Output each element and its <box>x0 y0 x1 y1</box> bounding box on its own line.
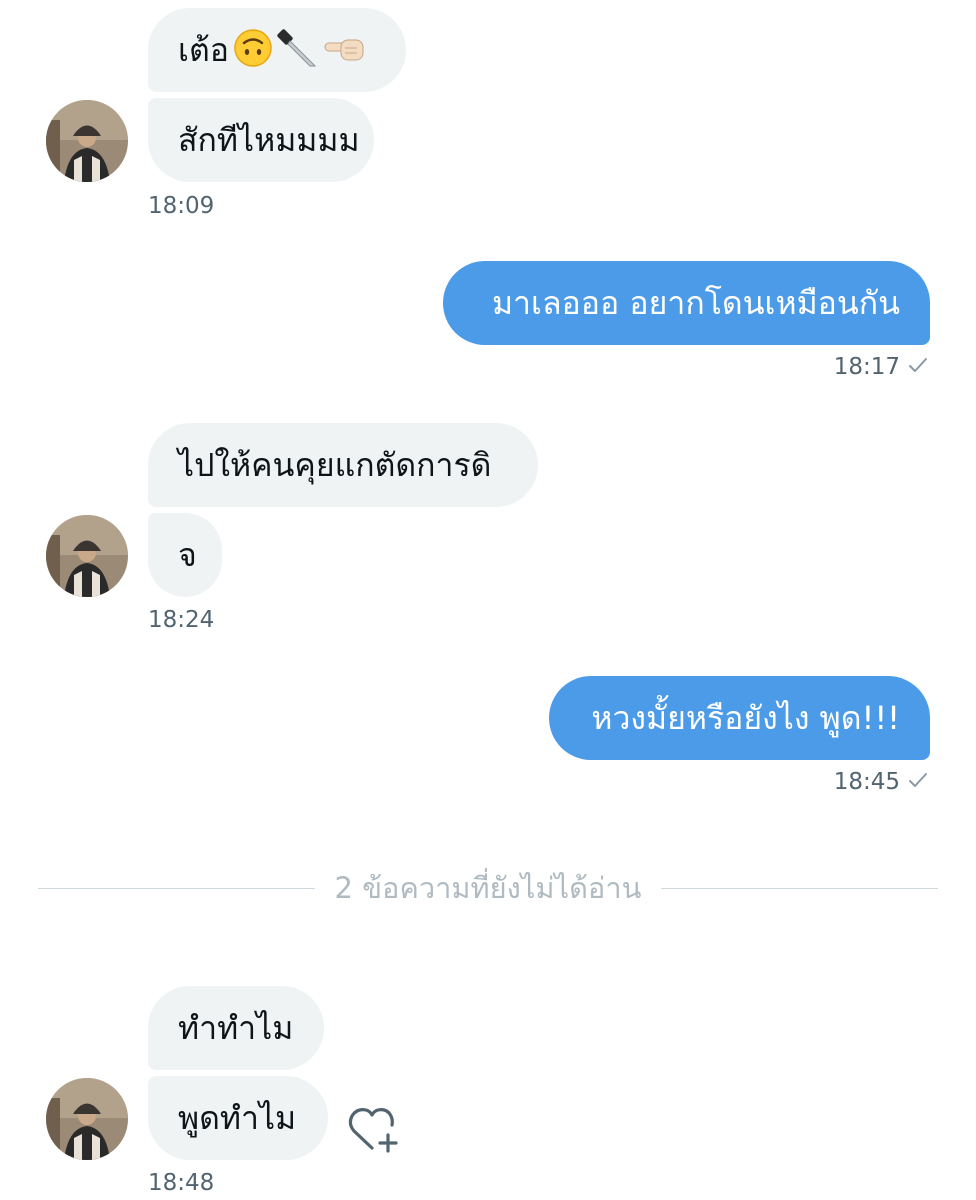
sent-message-bubble[interactable]: มาเลอออ อยากโดนเหมือนกัน <box>443 261 930 345</box>
received-message-bubble[interactable]: จ <box>148 513 222 597</box>
contact-avatar[interactable] <box>46 515 128 597</box>
message-status: 18:45 <box>834 771 928 794</box>
backhand-index-pointing-left-emoji-icon <box>323 28 367 73</box>
message-status: 18:17 <box>834 356 928 379</box>
message-text: จ <box>178 536 197 574</box>
message-text: พูดทำไม <box>178 1099 297 1137</box>
divider-line <box>38 887 315 889</box>
check-icon <box>908 356 928 379</box>
message-timestamp: 18:45 <box>833 769 900 795</box>
message-text: ทำทำไม <box>178 1009 294 1047</box>
received-message-bubble[interactable]: สักทีไหมมมม <box>148 98 374 182</box>
received-message-bubble[interactable]: ทำทำไม <box>148 986 324 1070</box>
kitchen-knife-emoji-icon <box>277 27 319 74</box>
message-timestamp: 18:24 <box>148 607 215 633</box>
received-message-bubble[interactable]: พูดทำไม <box>148 1076 328 1160</box>
received-message-bubble[interactable]: เต้อ <box>148 8 406 92</box>
message-timestamp: 18:17 <box>833 354 900 380</box>
message-timestamp: 18:48 <box>148 1170 215 1196</box>
message-text: เต้อ <box>178 31 229 69</box>
unread-count-label: 2 ข้อความที่ยังไม่ได้อ่าน <box>334 871 642 905</box>
received-message-bubble[interactable]: ไปให้คนคุยแกตัดการดิ <box>148 423 538 507</box>
upside-down-face-emoji-icon <box>233 28 273 73</box>
message-text: มาเลอออ อยากโดนเหมือนกัน <box>491 284 900 322</box>
contact-avatar[interactable] <box>46 100 128 182</box>
divider-line <box>661 887 939 889</box>
message-timestamp: 18:09 <box>148 193 215 219</box>
sent-message-bubble[interactable]: หวงมั้ยหรือยังไง พูด!!! <box>549 676 930 760</box>
message-text: สักทีไหมมมม <box>178 121 360 159</box>
heart-plus-icon[interactable] <box>346 1104 402 1156</box>
unread-messages-divider: 2 ข้อความที่ยังไม่ได้อ่าน <box>38 866 939 910</box>
message-text: ไปให้คนคุยแกตัดการดิ <box>178 446 492 484</box>
contact-avatar[interactable] <box>46 1078 128 1160</box>
message-text: หวงมั้ยหรือยังไง พูด!!! <box>591 699 900 737</box>
check-icon <box>908 771 928 794</box>
